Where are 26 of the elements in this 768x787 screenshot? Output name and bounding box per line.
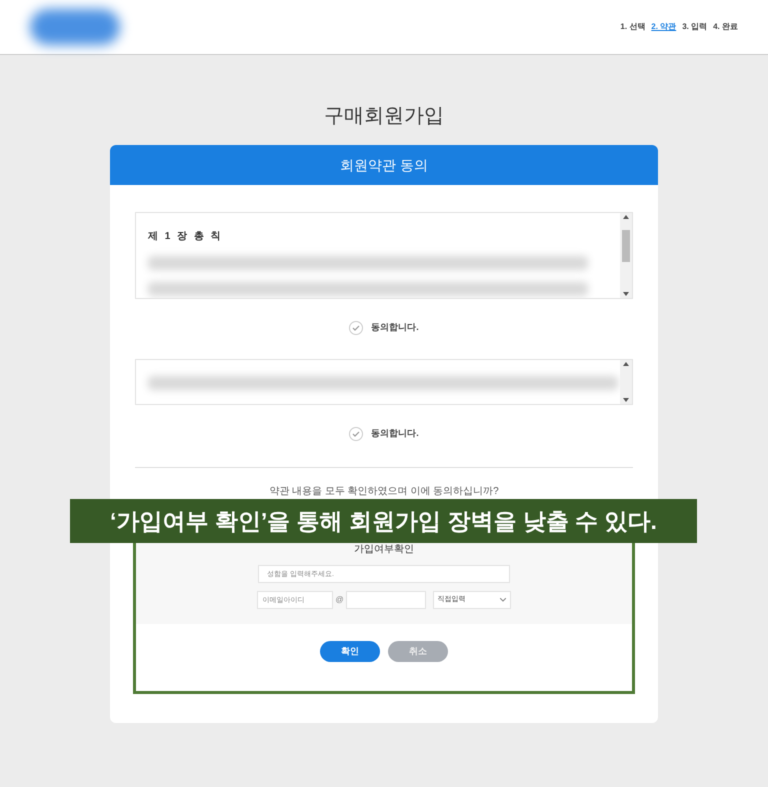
step-link[interactable]: 3. 입력 <box>682 21 708 33</box>
scrollbar[interactable] <box>620 360 632 404</box>
up-arrow-icon[interactable] <box>623 362 629 366</box>
step-link[interactable]: 1. 선택 <box>620 21 646 33</box>
step-link[interactable]: 4. 완료 <box>713 21 738 33</box>
email-domain-field[interactable] <box>346 591 426 609</box>
chevron-down-icon <box>500 598 506 602</box>
scrollbar-thumb[interactable] <box>622 230 630 262</box>
caption-text: ‘가입여부 확인’을 통해 회원가입 장벽을 낮출 수 있다. <box>110 506 657 536</box>
up-arrow-icon[interactable] <box>623 215 629 219</box>
terms-box[interactable]: 제 1 장 총 칙 <box>135 212 633 299</box>
at-sign: @ <box>335 594 344 606</box>
page-title: 구매회원가입 <box>324 104 444 129</box>
agree-label: 동의합니다. <box>371 427 419 440</box>
agree-question: 약관 내용을 모두 확인하였으며 이에 동의하십니까? <box>268 485 500 499</box>
terms-heading: 제 1 장 총 칙 <box>148 230 224 244</box>
down-arrow-icon[interactable] <box>623 398 629 402</box>
scrollbar[interactable] <box>620 213 632 298</box>
check-icon[interactable] <box>349 321 364 335</box>
card-title: 회원약관 동의 <box>340 156 428 174</box>
down-arrow-icon[interactable] <box>623 292 629 296</box>
confirm-button[interactable]: 확인 <box>320 641 380 662</box>
check-icon[interactable] <box>349 427 364 441</box>
section-title: 가입여부확인 <box>354 543 414 557</box>
agree-label: 동의합니다. <box>371 321 419 334</box>
step-link[interactable]: 2. 약관 <box>651 21 676 33</box>
